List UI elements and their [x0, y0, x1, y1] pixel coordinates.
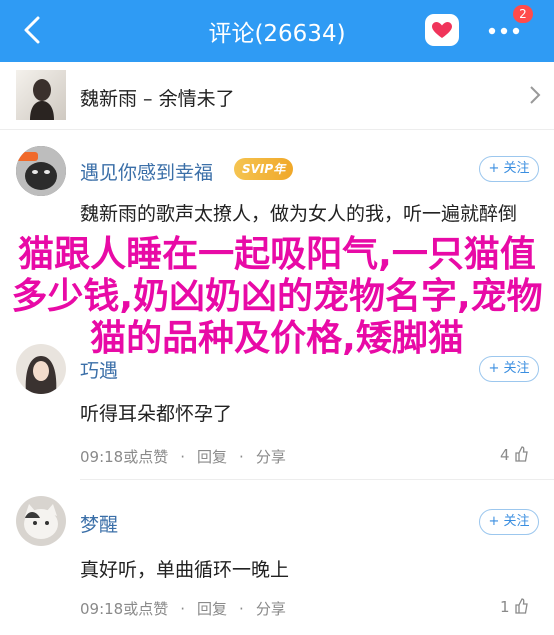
album-cover [16, 70, 66, 120]
share-button[interactable]: 分享 [256, 600, 286, 618]
comment-meta: 09:18或点赞 · 回复 · 分享 [80, 448, 286, 466]
comment-text: 魏新雨的歌声太撩人，做为女人的我，听一遍就醉倒 [80, 203, 518, 225]
reply-button[interactable]: 回复 [197, 448, 227, 466]
username[interactable]: 遇见你感到幸福 [80, 158, 213, 185]
page-title: 评论(26634) [208, 21, 346, 47]
chevron-right-icon[interactable] [526, 84, 544, 106]
reply-button[interactable]: 回复 [197, 600, 227, 618]
heart-chat-icon[interactable] [425, 14, 459, 46]
comment-text: 真好听，单曲循环一晚上 [80, 559, 290, 581]
vip-badge: SVIP年 [234, 158, 294, 180]
comment-time: 09:18或点赞 [80, 448, 169, 466]
like-count: 1 [500, 598, 510, 616]
like-button[interactable]: 1 [500, 598, 529, 616]
top-bar: 评论(26634) 2 [0, 0, 554, 62]
avatar[interactable] [16, 496, 66, 546]
share-button[interactable]: 分享 [256, 448, 286, 466]
follow-button[interactable]: + 关注 [479, 509, 539, 535]
overlay-headline: 猫跟人睡在一起吸阳气,一只猫值多少钱,奶凶奶凶的宠物名字,宠物猫的品种及价格,矮… [11, 234, 543, 359]
avatar[interactable] [16, 146, 66, 196]
comment-item: 梦醒 + 关注 真好听，单曲循环一晚上 09:18或点赞 · 回复 · 分享 1 [0, 480, 554, 635]
username[interactable]: 梦醒 [80, 510, 118, 537]
comment-time: 09:18或点赞 [80, 600, 169, 618]
like-thumb-icon [515, 598, 529, 614]
more-icon[interactable] [486, 22, 526, 40]
like-button[interactable]: 4 [500, 446, 529, 464]
song-title: 魏新雨 – 余情未了 [80, 88, 235, 110]
comment-text: 听得耳朵都怀孕了 [80, 403, 233, 425]
username[interactable]: 巧遇 [80, 356, 118, 383]
comment-meta: 09:18或点赞 · 回复 · 分享 [80, 600, 286, 618]
song-row[interactable]: 魏新雨 – 余情未了 [0, 62, 554, 130]
follow-button[interactable]: + 关注 [479, 156, 539, 182]
like-thumb-icon [515, 446, 529, 462]
notification-badge: 2 [513, 5, 533, 23]
like-count: 4 [500, 446, 510, 464]
